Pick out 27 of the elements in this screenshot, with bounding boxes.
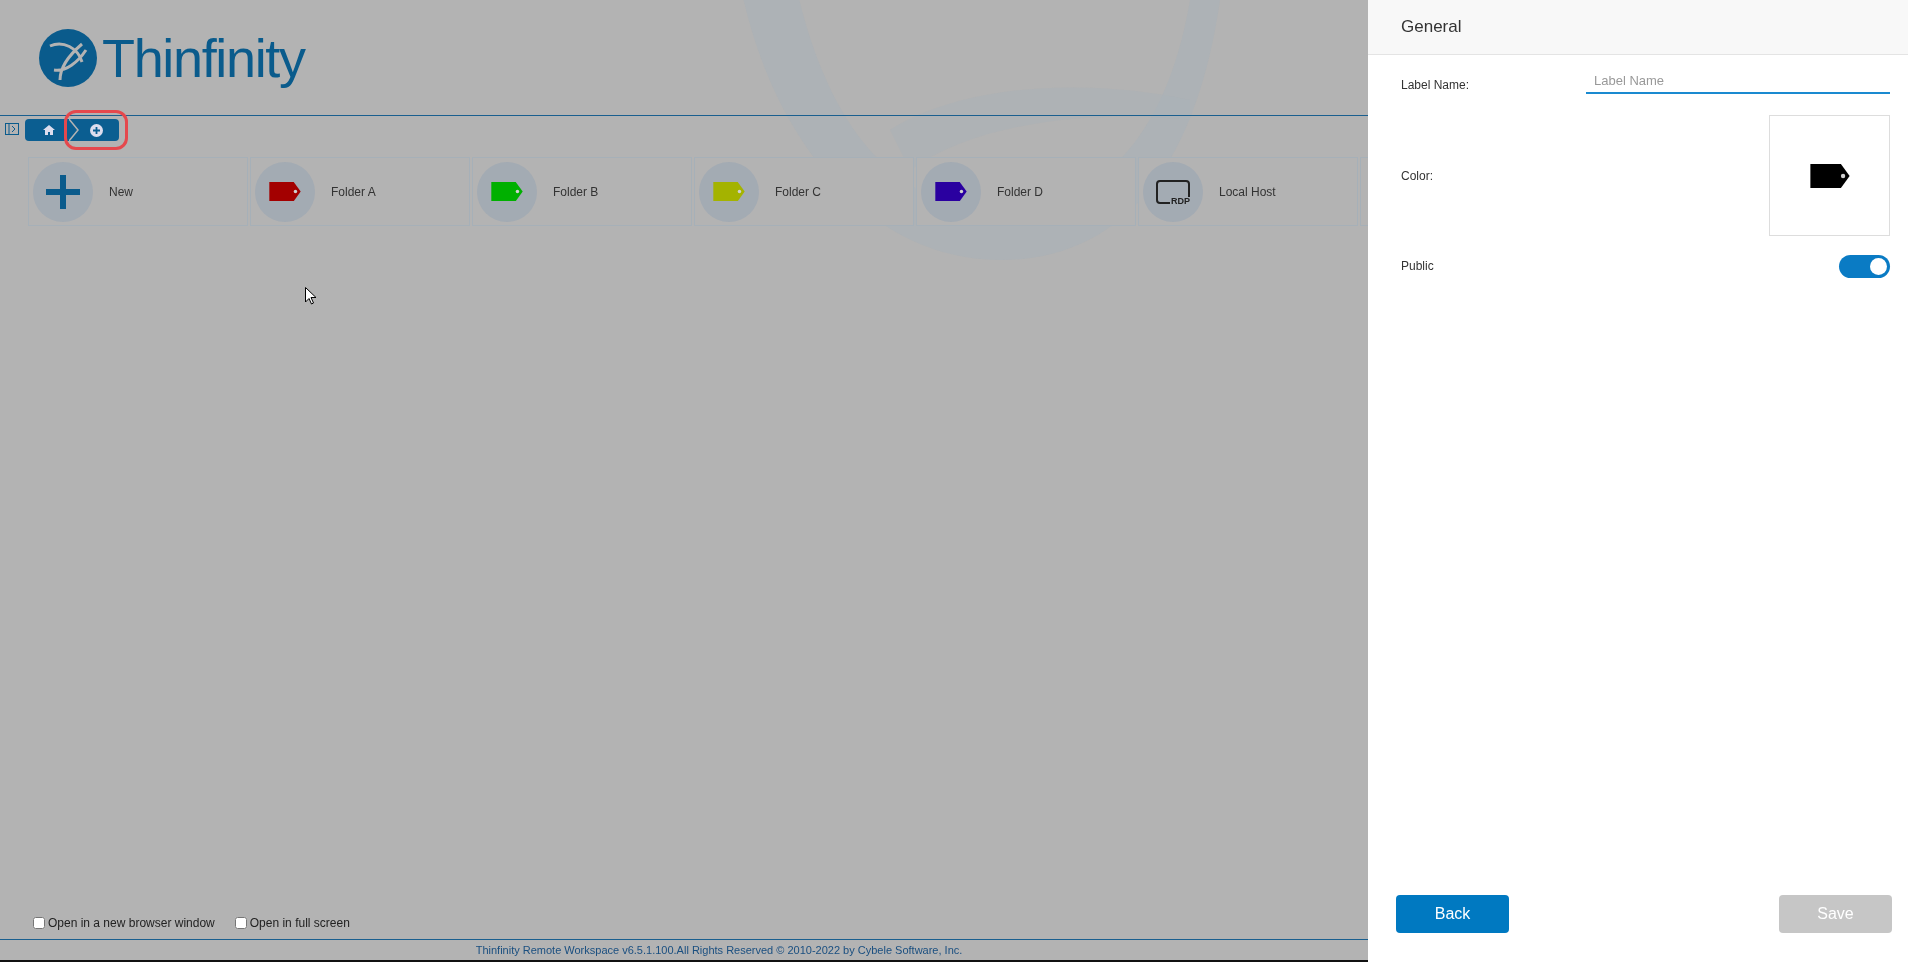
sidebar-toggle-icon[interactable] (5, 123, 19, 135)
copyright-text: Thinfinity Remote Workspace v6.5.1.100.All Rights Reserved © 2010-2022 by Cybele Software, Inc. (475, 942, 963, 958)
checkbox[interactable] (234, 917, 247, 929)
mouse-cursor-icon (305, 287, 317, 305)
field-label: Public (1401, 258, 1435, 275)
rdp-icon: RDP (1156, 179, 1190, 204)
chevron-separator-icon (69, 119, 79, 141)
tile[interactable]: Folder B (472, 157, 692, 226)
checkbox-label[interactable]: Open in a new browser window (48, 914, 215, 932)
tile[interactable]: RDP Local Host (1138, 157, 1358, 226)
checkbox-label[interactable]: Open in full screen (249, 914, 350, 932)
tile[interactable]: New (28, 157, 248, 226)
back-button[interactable]: Back (1396, 895, 1509, 933)
field-label: Label Name: (1401, 77, 1471, 94)
tile[interactable]: Folder C (694, 157, 914, 226)
plus-icon (46, 174, 80, 209)
panel-title: General (1401, 16, 1462, 39)
color-picker[interactable] (1769, 115, 1890, 236)
logo-emblem-icon (38, 27, 98, 88)
checkbox[interactable] (33, 917, 45, 929)
tile[interactable]: Folder D (916, 157, 1136, 226)
field-label: Color: (1401, 167, 1434, 185)
tile[interactable]: Folder A (250, 157, 470, 226)
plus-circle-icon (89, 123, 103, 137)
public-toggle[interactable] (1839, 254, 1890, 278)
home-icon (43, 125, 55, 135)
label-name-field[interactable]: Label Name (1586, 68, 1890, 94)
